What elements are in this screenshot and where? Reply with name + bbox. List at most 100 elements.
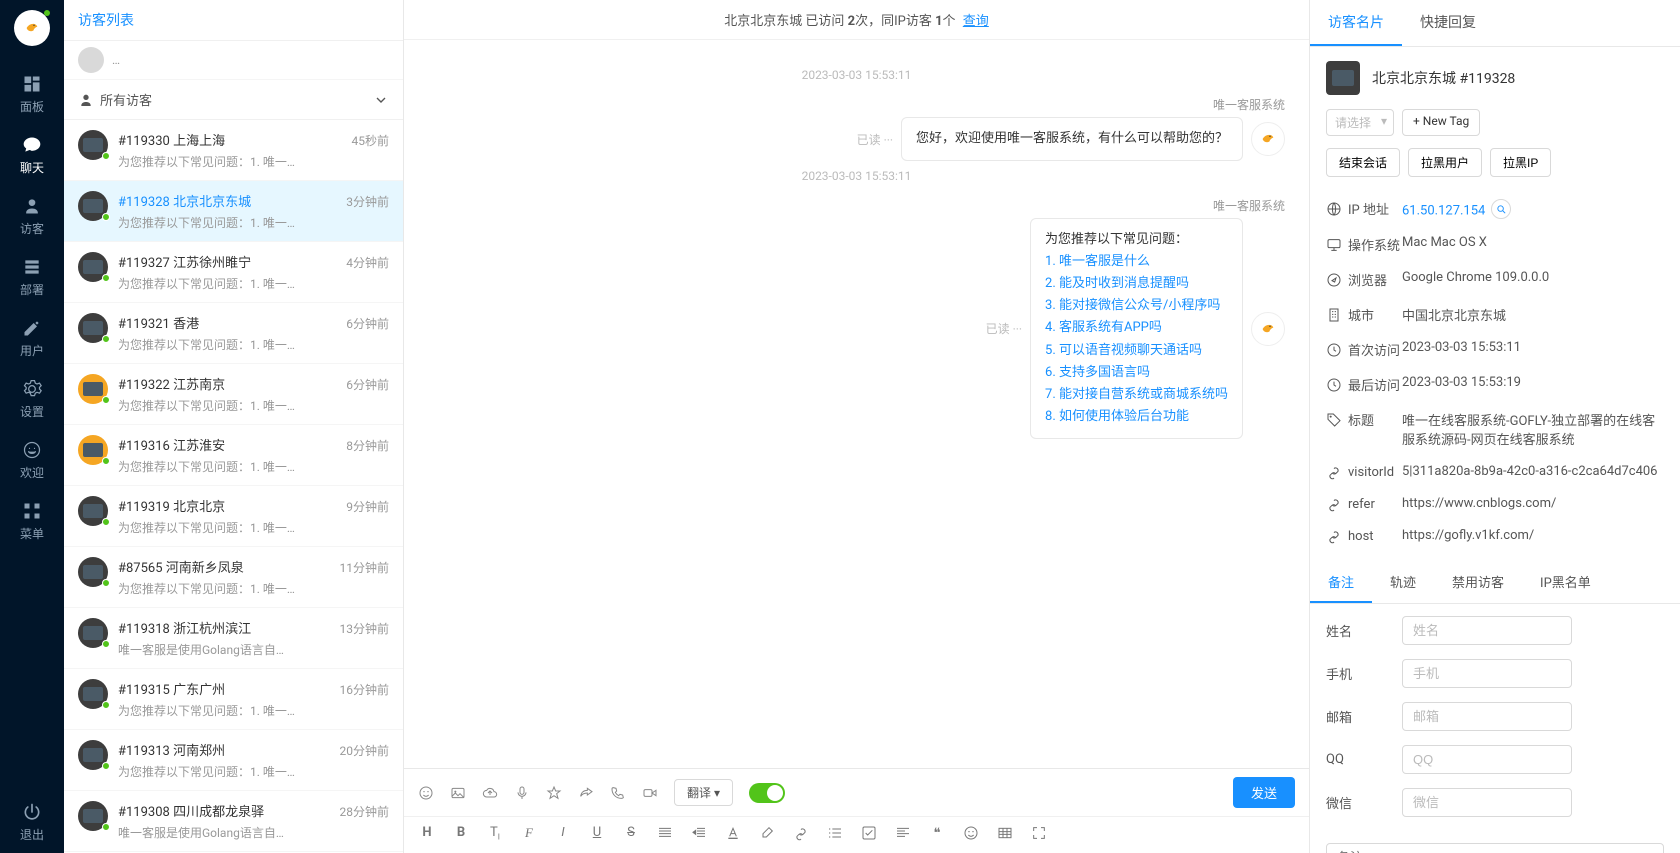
visitor-item[interactable]: #119318 浙江杭州滨江13分钟前唯一客服是使用Golang语言自… (64, 608, 403, 669)
star-button[interactable] (546, 785, 562, 801)
visitor-preview: 为您推荐以下常见问题：1. 唯一… (118, 275, 389, 292)
ed-list[interactable] (826, 825, 844, 845)
image-button[interactable] (450, 785, 466, 801)
visitor-item[interactable]: #119322 江苏南京6分钟前为您推荐以下常见问题：1. 唯一… (64, 364, 403, 425)
visitor-group-toggle[interactable]: 所有访客 (64, 80, 403, 120)
ed-italic[interactable]: I (554, 825, 572, 845)
visitor-time: 11分钟前 (340, 559, 390, 576)
ed-fullscreen[interactable] (1030, 825, 1048, 845)
block-ip-button[interactable]: 拉黑IP (1490, 148, 1551, 177)
faq-item[interactable]: 7. 能对接自营系统或商城系统吗 (1045, 384, 1228, 406)
tab-visitor-card[interactable]: 访客名片 (1310, 0, 1402, 46)
nav-menu[interactable]: 菜单 (0, 491, 64, 552)
translate-button[interactable]: 翻译 ▾ (674, 779, 733, 806)
edit-icon (22, 318, 42, 338)
visitor-avatar (78, 557, 108, 587)
faq-item[interactable]: 4. 客服系统有APP吗 (1045, 317, 1228, 339)
faq-item[interactable]: 2. 能及时收到消息提醒吗 (1045, 273, 1228, 295)
visitor-item[interactable]: #119321 香港6分钟前为您推荐以下常见问题：1. 唯一… (64, 303, 403, 364)
nav-dashboard[interactable]: 面板 (0, 64, 64, 125)
share-button[interactable] (578, 785, 594, 801)
add-tag-button[interactable]: + New Tag (1402, 109, 1480, 136)
ed-fontcolor[interactable] (724, 825, 742, 845)
visitor-item[interactable]: #87565 河南新乡凤泉11分钟前为您推荐以下常见问题：1. 唯一… (64, 547, 403, 608)
nav-chat[interactable]: 聊天 (0, 125, 64, 186)
nav-visitors[interactable]: 访客 (0, 186, 64, 247)
video-button[interactable] (642, 785, 658, 801)
ip-search-button[interactable] (1491, 199, 1511, 219)
power-icon (22, 802, 42, 822)
subtab-ipblacklist[interactable]: IP黑名单 (1522, 562, 1609, 603)
ed-heading[interactable]: H (418, 825, 436, 845)
visitor-title: #119313 河南郑州 (118, 740, 225, 759)
visitor-avatar (78, 313, 108, 343)
nav-welcome[interactable]: 欢迎 (0, 430, 64, 491)
send-button[interactable]: 发送 (1233, 777, 1295, 808)
visitor-item[interactable]: #119316 江苏淮安8分钟前为您推荐以下常见问题：1. 唯一… (64, 425, 403, 486)
faq-item[interactable]: 3. 能对接微信公众号/小程序吗 (1045, 295, 1228, 317)
ed-brush[interactable] (758, 825, 776, 845)
visitor-time: 16分钟前 (340, 681, 390, 698)
wechat-input[interactable] (1402, 788, 1572, 817)
ed-align[interactable] (894, 825, 912, 845)
visitor-item[interactable]: #119330 上海上海45秒前为您推荐以下常见问题：1. 唯一… (64, 120, 403, 181)
gear-icon (22, 379, 42, 399)
phone-button[interactable] (610, 785, 626, 801)
end-session-button[interactable]: 结束会话 (1326, 148, 1400, 177)
toggle-switch[interactable] (749, 783, 785, 803)
subtab-remark[interactable]: 备注 (1310, 562, 1372, 603)
faq-item[interactable]: 1. 唯一客服是什么 (1045, 251, 1228, 273)
left-nav: 面板 聊天 访客 部署 用户 设置 欢迎 菜单 退出 (0, 0, 64, 853)
remark-input[interactable] (1326, 843, 1664, 853)
ed-fontsize[interactable]: TI (486, 825, 504, 845)
deploy-icon (22, 257, 42, 277)
ed-font[interactable]: F (520, 825, 538, 845)
visitor-preview: 为您推荐以下常见问题：1. 唯一… (118, 580, 389, 597)
nav-exit[interactable]: 退出 (0, 792, 64, 853)
visitor-preview: 唯一客服是使用Golang语言自… (118, 641, 389, 658)
ed-outdent[interactable] (690, 825, 708, 845)
visitor-preview: 为您推荐以下常见问题：1. 唯一… (118, 458, 389, 475)
ed-table[interactable] (996, 825, 1014, 845)
ed-indent[interactable] (656, 825, 674, 845)
chat-body[interactable]: 2023-03-03 15:53:11 唯一客服系统 已读 ··· 您好，欢迎使… (404, 40, 1309, 768)
tab-quick-reply[interactable]: 快捷回复 (1402, 0, 1494, 46)
ed-emoji[interactable] (962, 825, 980, 845)
subtab-trace[interactable]: 轨迹 (1372, 562, 1434, 603)
nav-deploy[interactable]: 部署 (0, 247, 64, 308)
ed-link[interactable] (792, 825, 810, 845)
qq-input[interactable] (1402, 745, 1572, 774)
visitor-item[interactable]: #119313 河南郑州20分钟前为您推荐以下常见问题：1. 唯一… (64, 730, 403, 791)
upload-button[interactable] (482, 785, 498, 801)
faq-item[interactable]: 6. 支持多国语言吗 (1045, 362, 1228, 384)
visitor-item[interactable]: #119308 四川成都龙泉驿28分钟前唯一客服是使用Golang语言自… (64, 791, 403, 852)
same-ip-query-link[interactable]: 查询 (963, 14, 989, 29)
visitor-item[interactable]: #119319 北京北京9分钟前为您推荐以下常见问题：1. 唯一… (64, 486, 403, 547)
agent-avatar (1251, 122, 1285, 156)
ed-bold[interactable]: B (452, 825, 470, 845)
ed-strike[interactable]: S (622, 825, 640, 845)
ed-check[interactable] (860, 825, 878, 845)
email-input[interactable] (1402, 702, 1572, 731)
mic-button[interactable] (514, 785, 530, 801)
emoji-button[interactable] (418, 785, 434, 801)
visitor-time: 28分钟前 (340, 803, 390, 820)
nav-user[interactable]: 用户 (0, 308, 64, 369)
phone-input[interactable] (1402, 659, 1572, 688)
visitor-item[interactable]: #119315 广东广州16分钟前为您推荐以下常见问题：1. 唯一… (64, 669, 403, 730)
subtab-ban[interactable]: 禁用访客 (1434, 562, 1522, 603)
ed-quote[interactable]: ❝ (928, 825, 946, 845)
faq-item[interactable]: 5. 可以语音视频聊天通话吗 (1045, 340, 1228, 362)
nav-settings[interactable]: 设置 (0, 369, 64, 430)
ed-underline[interactable]: U (588, 825, 606, 845)
faq-item[interactable]: 8. 如何使用体验后台功能 (1045, 406, 1228, 428)
tag-select[interactable]: 请选择 (1326, 109, 1394, 136)
visitor-item[interactable]: #119328 北京北京东城3分钟前为您推荐以下常见问题：1. 唯一… (64, 181, 403, 242)
visitor-preview: 为您推荐以下常见问题：1. 唯一… (118, 397, 389, 414)
visitor-title: #119315 广东广州 (118, 679, 225, 698)
name-input[interactable] (1402, 616, 1572, 645)
visitor-item[interactable]: #119327 江苏徐州睢宁4分钟前为您推荐以下常见问题：1. 唯一… (64, 242, 403, 303)
visitor-time: 45秒前 (352, 132, 390, 149)
block-user-button[interactable]: 拉黑用户 (1408, 148, 1482, 177)
visitor-preview: 为您推荐以下常见问题：1. 唯一… (118, 153, 389, 170)
